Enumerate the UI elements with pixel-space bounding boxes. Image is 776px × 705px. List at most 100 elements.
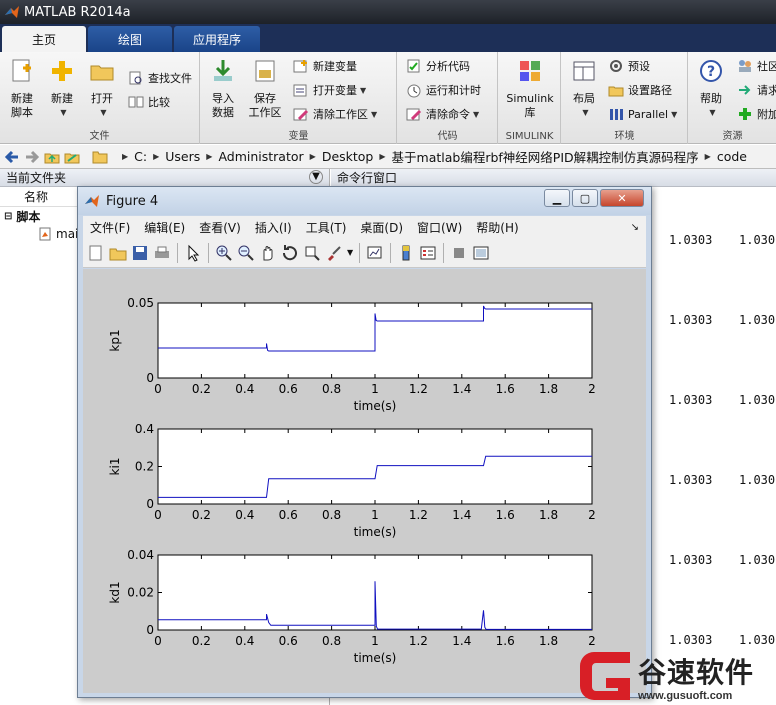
add-ons-icon bbox=[739, 108, 751, 120]
compare-button[interactable]: 比较 bbox=[128, 92, 170, 112]
new-button[interactable]: 新建 ▼ bbox=[40, 58, 84, 120]
subplots[interactable]: 0 0.2 0.4 0.6 0.8 1 1.2 1.4 1.6 1.8 2 0 0.05 time(s) k… bbox=[83, 269, 646, 693]
file-group-label: 文件 bbox=[89, 131, 110, 142]
back-arrow-icon[interactable] bbox=[4, 149, 20, 165]
clear-workspace-label: 清除工作区 bbox=[313, 108, 368, 121]
parallel-button[interactable]: Parallel ▼ bbox=[608, 104, 677, 124]
open-variable-button[interactable]: 打开变量 ▼ bbox=[293, 80, 366, 100]
run-and-time-button[interactable]: 运行和计时 bbox=[406, 80, 481, 100]
new-script-button[interactable]: 新建 脚本 bbox=[0, 58, 44, 120]
open-variable-dropdown-icon: ▼ bbox=[360, 85, 367, 95]
toolbar-separator bbox=[390, 242, 392, 263]
new-figure-icon[interactable] bbox=[87, 244, 105, 262]
menu-desktop[interactable]: 桌面(D) bbox=[360, 219, 403, 236]
breadcrumb-separator-icon: ▶ bbox=[122, 152, 129, 161]
rotate-3d-icon[interactable] bbox=[281, 244, 299, 262]
y-tick-label: 0 bbox=[146, 623, 154, 637]
breadcrumb-item[interactable]: Users bbox=[165, 149, 200, 164]
compare-icon bbox=[128, 96, 144, 108]
current-folder-title: 当前文件夹 bbox=[6, 171, 67, 185]
clear-commands-button[interactable]: 清除命令 ▼ bbox=[406, 104, 479, 124]
open-file-icon[interactable] bbox=[109, 244, 127, 262]
brush-dropdown-icon[interactable]: ▼ bbox=[347, 248, 353, 257]
x-tick-label: 1.4 bbox=[452, 508, 471, 522]
set-path-button[interactable]: 设置路径 bbox=[608, 80, 672, 100]
clear-commands-label: 清除命令 bbox=[426, 108, 470, 121]
help-button[interactable]: ? 帮助 ▼ bbox=[689, 58, 733, 120]
minimize-button[interactable]: ▁ bbox=[544, 189, 570, 207]
y-axis-label: ki1 bbox=[108, 458, 122, 476]
analyze-code-button[interactable]: 分析代码 bbox=[406, 56, 470, 76]
x-axis-label: time(s) bbox=[354, 399, 397, 413]
community-icon bbox=[739, 60, 751, 72]
close-button[interactable]: ✕ bbox=[600, 189, 644, 207]
layout-button[interactable]: 布局 ▼ bbox=[562, 58, 606, 120]
forward-arrow-icon[interactable] bbox=[24, 149, 40, 165]
menu-view[interactable]: 查看(V) bbox=[199, 219, 241, 236]
collapse-icon[interactable]: ⊟ bbox=[4, 211, 12, 222]
cmd-value: 1.030 bbox=[739, 473, 776, 487]
set-path-label: 设置路径 bbox=[628, 84, 672, 97]
maximize-button[interactable]: ▢ bbox=[572, 189, 598, 207]
breadcrumb-separator-icon: ▶ bbox=[704, 152, 711, 161]
figure-window[interactable]: Figure 4 ▁ ▢ ✕ 文件(F) 编辑(E) 查看(V) 插入(I) 工… bbox=[77, 186, 652, 698]
menu-dock-icon[interactable]: ↘ bbox=[631, 222, 639, 233]
zoom-out-icon[interactable] bbox=[237, 244, 255, 262]
clear-workspace-button[interactable]: 清除工作区 ▼ bbox=[293, 104, 377, 124]
zoom-in-icon[interactable] bbox=[215, 244, 233, 262]
tab-apps[interactable]: 应用程序 bbox=[174, 26, 260, 52]
find-files-button[interactable]: 查找文件 bbox=[128, 68, 192, 88]
toolbar-separator bbox=[359, 242, 361, 263]
brush-icon[interactable] bbox=[325, 244, 343, 262]
menu-insert[interactable]: 插入(I) bbox=[255, 219, 292, 236]
import-data-button[interactable]: 导入 数据 bbox=[201, 58, 245, 120]
layout-icon bbox=[573, 61, 595, 81]
breadcrumb-item[interactable]: Administrator bbox=[218, 149, 303, 164]
hide-plot-tools-icon[interactable] bbox=[450, 244, 468, 262]
breadcrumb-item[interactable]: code bbox=[717, 149, 747, 164]
cmd-value: 1.030 bbox=[739, 553, 776, 567]
show-plot-tools-icon[interactable] bbox=[472, 244, 490, 262]
y-tick-label: 0.05 bbox=[127, 296, 154, 310]
request-support-button[interactable]: 请求 bbox=[737, 80, 776, 100]
simulink-library-button[interactable]: Simulink 库 bbox=[505, 58, 555, 120]
breadcrumb-item[interactable]: 基于matlab编程rbf神经网络PID解耦控制仿真源码程序 bbox=[392, 147, 699, 166]
figure-title: Figure 4 bbox=[106, 193, 159, 209]
print-icon[interactable] bbox=[153, 244, 171, 262]
menu-file[interactable]: 文件(F) bbox=[90, 219, 130, 236]
tab-plots[interactable]: 绘图 bbox=[88, 26, 172, 52]
x-tick-label: 0.4 bbox=[235, 508, 254, 522]
pan-hand-icon[interactable] bbox=[259, 244, 277, 262]
menu-tools[interactable]: 工具(T) bbox=[306, 219, 347, 236]
up-folder-icon[interactable] bbox=[44, 149, 60, 165]
select-pointer-icon[interactable] bbox=[184, 244, 202, 262]
open-button[interactable]: 打开 ▼ bbox=[80, 58, 124, 120]
x-tick-label: 0 bbox=[154, 634, 162, 648]
menu-edit[interactable]: 编辑(E) bbox=[144, 219, 185, 236]
data-cursor-icon[interactable] bbox=[303, 244, 321, 262]
breadcrumb-item[interactable]: C: bbox=[134, 149, 147, 164]
link-plot-icon[interactable] bbox=[366, 244, 384, 262]
add-ons-button[interactable]: 附加 bbox=[737, 104, 776, 124]
community-button[interactable]: 社区 bbox=[737, 56, 776, 76]
panel-actions-icon[interactable]: ▼ bbox=[309, 170, 323, 184]
save-icon[interactable] bbox=[131, 244, 149, 262]
tab-home[interactable]: 主页 bbox=[2, 26, 86, 52]
simulink-library-icon bbox=[520, 61, 540, 81]
save-workspace-button[interactable]: 保存 工作区 bbox=[243, 58, 287, 120]
legend-icon[interactable] bbox=[419, 244, 437, 262]
colorbar-icon[interactable] bbox=[397, 244, 415, 262]
new-variable-button[interactable]: 新建变量 bbox=[293, 56, 357, 76]
figure-menu-bar: 文件(F) 编辑(E) 查看(V) 插入(I) 工具(T) 桌面(D) 窗口(W… bbox=[83, 216, 646, 238]
breadcrumb-separator-icon: ▶ bbox=[379, 152, 386, 161]
environment-group-label: 环境 bbox=[614, 131, 635, 142]
y-tick-label: 0.04 bbox=[127, 548, 154, 562]
menu-help[interactable]: 帮助(H) bbox=[476, 219, 518, 236]
menu-window[interactable]: 窗口(W) bbox=[417, 219, 462, 236]
browse-folder-icon[interactable] bbox=[64, 149, 80, 165]
matlab-figure-icon bbox=[85, 195, 99, 207]
preferences-button[interactable]: 预设 bbox=[608, 56, 650, 76]
breadcrumb-item[interactable]: Desktop bbox=[322, 149, 374, 164]
open-dropdown-icon: ▼ bbox=[100, 108, 107, 117]
open-variable-icon bbox=[293, 84, 307, 97]
